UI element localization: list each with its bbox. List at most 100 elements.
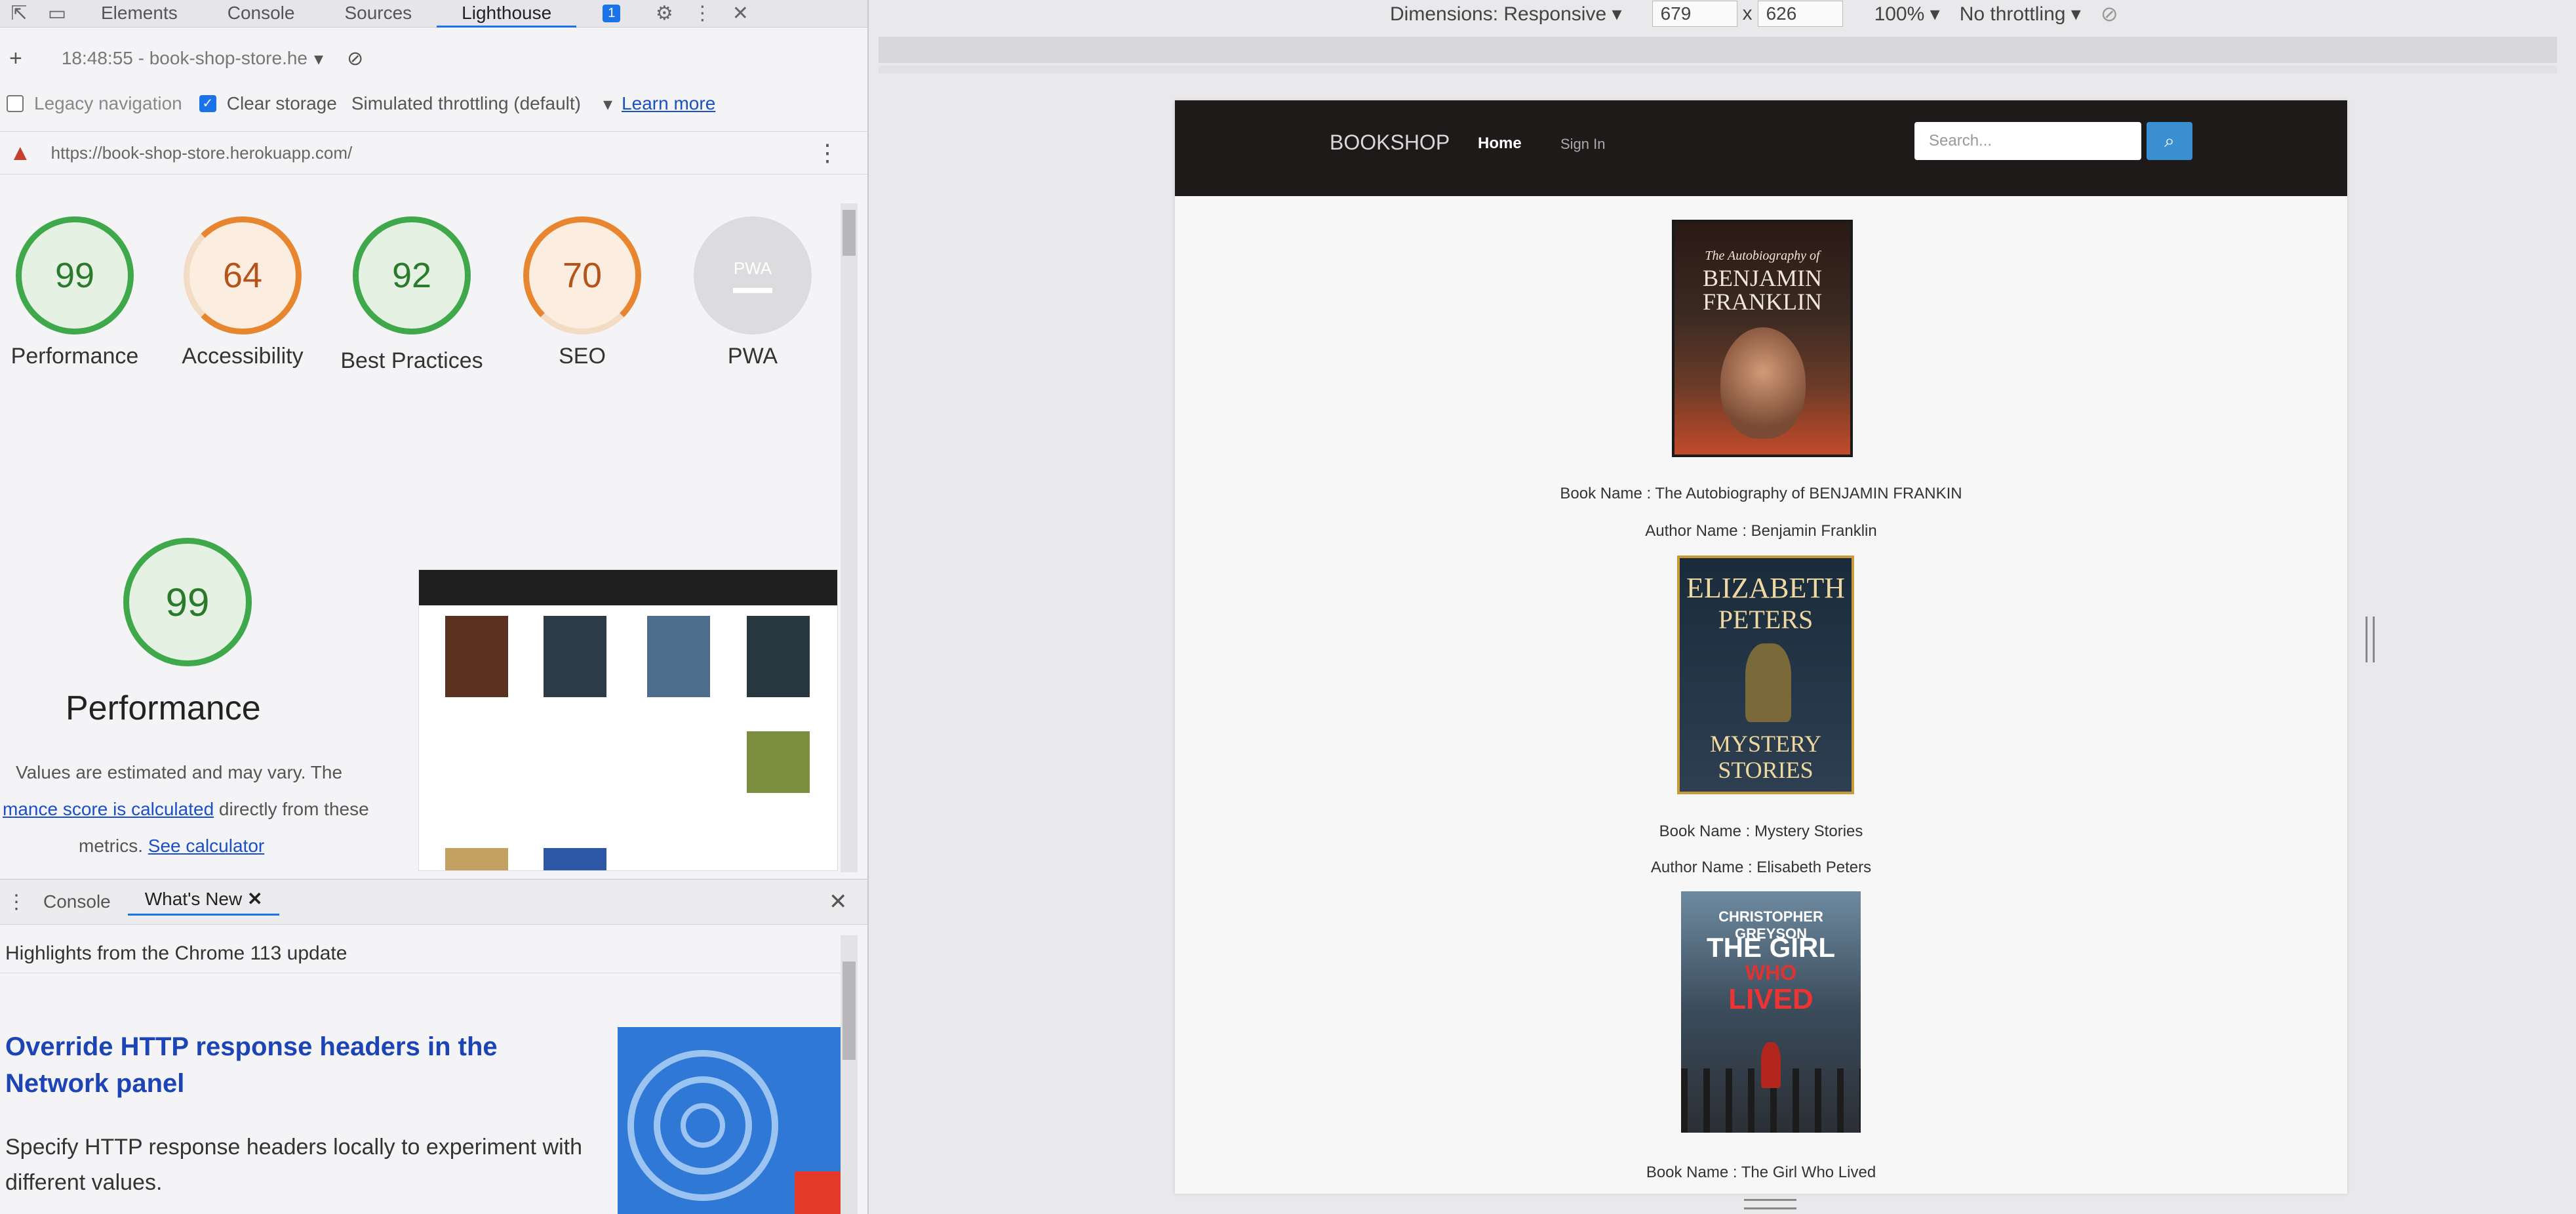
thumbnail-book-cover [747, 616, 810, 697]
clear-storage-label: Clear storage [226, 93, 337, 113]
see-calculator-link[interactable]: See calculator [148, 836, 264, 856]
search-icon: ⌕ [2164, 130, 2175, 151]
score-calculated-link[interactable]: mance score is calculated [3, 799, 214, 819]
nav-signin-link[interactable]: Sign In [1560, 136, 1606, 153]
add-report-icon[interactable]: + [9, 46, 22, 71]
emblem-image [1745, 643, 1791, 722]
learn-more-link[interactable]: Learn more [622, 93, 715, 114]
lighthouse-options-row: Legacy navigation ✓ Clear storage Simula… [0, 87, 867, 121]
pwa-gauge[interactable]: PWA [694, 216, 812, 334]
portrait-image [1720, 327, 1806, 439]
issues-badge[interactable]: 1 [603, 5, 621, 22]
pwa-dash-icon [733, 287, 772, 293]
tab-console[interactable]: Console [203, 0, 320, 28]
best-practices-gauge[interactable]: 92 [353, 216, 471, 334]
ruler-bar [879, 66, 2557, 73]
whats-new-feature-title[interactable]: Override HTTP response headers in the Ne… [5, 1028, 582, 1102]
author-name-label: Author Name : Benjamin Franklin [1645, 522, 1877, 540]
page-screenshot-thumbnail [418, 569, 838, 871]
devtools-tab-bar: ⇱ ▭ Elements Console Sources Lighthouse … [0, 0, 867, 28]
throttling-label: Simulated throttling (default) [351, 93, 582, 113]
performance-notes: Values are estimated and may vary. The m… [3, 762, 369, 856]
drawer-scroll-thumb[interactable] [842, 961, 856, 1060]
book-cover-girl-who-lived[interactable]: CHRISTOPHER GREYSON THE GIRL WHO LIVED [1681, 891, 1861, 1133]
performance-main-gauge: 99 [123, 538, 252, 666]
throttling-dropdown-icon[interactable]: ▾ [603, 93, 612, 115]
pwa-gauge-label: PWA [727, 344, 778, 369]
network-throttle-dropdown[interactable]: No throttling ▾ [1960, 3, 2081, 26]
url-row: ▲ https://book-shop-store.herokuapp.com/… [0, 131, 867, 174]
drawer-tab-console[interactable]: Console [26, 891, 128, 912]
drawer-tab-whats-new[interactable]: What's New ✕ [127, 888, 280, 916]
thumbnail-book-cover [647, 616, 710, 697]
tab-sources[interactable]: Sources [319, 0, 437, 28]
site-brand[interactable]: BOOKSHOP [1330, 131, 1450, 155]
dimension-separator: x [1742, 3, 1753, 24]
search-button[interactable]: ⌕ [2147, 122, 2192, 160]
close-drawer-icon[interactable]: ✕ [829, 889, 848, 915]
device-toggle-icon[interactable]: ▭ [46, 3, 68, 25]
device-viewport: BOOKSHOP Home Sign In Search... ⌕ The Au… [1175, 100, 2347, 1194]
dimensions-dropdown[interactable]: Dimensions: Responsive ▾ [1390, 3, 1622, 26]
book-name-label: Book Name : The Girl Who Lived [1646, 1163, 1876, 1181]
search-input[interactable]: Search... [1914, 122, 2141, 160]
close-tab-icon[interactable]: ✕ [247, 889, 262, 909]
thumbnail-navbar [419, 570, 837, 605]
accessibility-gauge-label: Accessibility [182, 344, 304, 369]
legacy-navigation-label: Legacy navigation [34, 93, 182, 113]
author-name-label: Author Name : Elisabeth Peters [1650, 859, 1872, 876]
more-menu-icon[interactable]: ⋮ [816, 139, 839, 167]
tab-elements[interactable]: Elements [76, 0, 203, 28]
media-query-bar[interactable] [879, 37, 2557, 63]
seo-gauge-label: SEO [559, 344, 606, 369]
whats-new-feature-image [618, 1027, 841, 1214]
performance-gauge-label: Performance [10, 344, 139, 369]
whats-new-heading: Highlights from the Chrome 113 update [0, 934, 846, 973]
close-icon[interactable]: ✕ [729, 3, 751, 25]
devtools-panel: ⇱ ▭ Elements Console Sources Lighthouse … [0, 0, 869, 1214]
device-toolbar: Dimensions: Responsive ▾ 679 x 626 100% … [872, 0, 2576, 28]
book-name-label: Book Name : The Autobiography of BENJAMI… [1560, 485, 1962, 502]
seo-gauge[interactable]: 70 [523, 216, 641, 334]
clear-icon[interactable]: ⊘ [347, 47, 363, 70]
girl-figure-image [1761, 1042, 1781, 1088]
viewport-resize-handle-right[interactable] [2366, 617, 2375, 662]
performance-gauge[interactable]: 99 [16, 216, 134, 334]
more-menu-icon[interactable]: ⋮ [691, 3, 713, 25]
accessibility-gauge[interactable]: 64 [184, 216, 302, 334]
thumbnail-book-cover [747, 731, 810, 793]
lighthouse-toolbar: + 18:48:55 - book-shop-store.he ▾ ⊘ [0, 39, 867, 77]
thumbnail-book-cover [445, 616, 508, 697]
thumbnail-book-cover [445, 848, 508, 870]
whats-new-feature-description: Specify HTTP response headers locally to… [5, 1135, 582, 1195]
gear-icon[interactable]: ⚙ [653, 3, 675, 25]
inspect-icon[interactable]: ⇱ [8, 3, 30, 25]
viewport-width-input[interactable]: 679 [1652, 1, 1737, 27]
rotate-icon[interactable]: ⊘ [2101, 1, 2118, 26]
drawer-scrollbar[interactable] [841, 935, 858, 1214]
zoom-dropdown[interactable]: 100% ▾ [1874, 3, 1940, 26]
book-cover-mystery-stories[interactable]: ELIZABETH PETERS MYSTERY STORIES [1677, 556, 1854, 794]
nav-home-link[interactable]: Home [1478, 134, 1522, 153]
audited-url: https://book-shop-store.herokuapp.com/ [50, 142, 353, 163]
viewport-height-input[interactable]: 626 [1757, 1, 1843, 27]
chevron-down-icon: ▾ [314, 48, 324, 69]
feature-illustration [627, 1050, 841, 1214]
tab-lighthouse[interactable]: Lighthouse [437, 0, 577, 28]
best-practices-gauge-label: Best Practices [340, 348, 483, 373]
report-scrollbar[interactable] [841, 203, 858, 872]
book-name-label: Book Name : Mystery Stories [1659, 822, 1863, 840]
drawer-menu-icon[interactable]: ⋮ [7, 891, 26, 914]
thumbnail-book-cover [544, 616, 606, 697]
drawer-tab-bar: ⋮ Console What's New ✕ ✕ [0, 879, 867, 925]
book-cover-franklin[interactable]: The Autobiography of BENJAMIN FRANKLIN [1672, 220, 1853, 457]
site-navbar: BOOKSHOP Home Sign In Search... ⌕ [1175, 100, 2347, 196]
viewport-resize-handle-bottom[interactable] [1744, 1199, 1796, 1209]
legacy-navigation-checkbox[interactable] [7, 95, 24, 112]
performance-title: Performance [66, 689, 261, 727]
clear-storage-checkbox[interactable]: ✓ [199, 95, 216, 112]
report-selector[interactable]: 18:48:55 - book-shop-store.he [62, 48, 307, 69]
report-scroll-thumb[interactable] [842, 210, 856, 256]
lighthouse-logo-icon: ▲ [9, 140, 31, 165]
thumbnail-book-cover [544, 848, 606, 870]
